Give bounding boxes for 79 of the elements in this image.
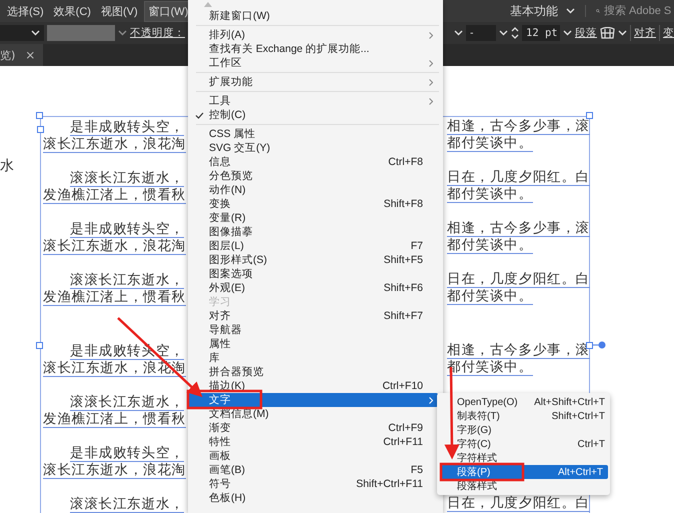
paragraph-text: 是非成败转头空， (70, 119, 184, 136)
align-link[interactable]: 对齐 (634, 26, 656, 40)
menu-item[interactable]: 图案选项 (188, 267, 443, 281)
paragraph-text: 都付笑谈中。 (447, 238, 533, 254)
paragraph-text: 滚长江东逝水，浪花淘 (43, 462, 186, 479)
menu-bar-item[interactable]: 选择(S) (3, 2, 48, 20)
paragraph-text: 滚长江东逝水，浪花淘 (43, 136, 186, 153)
menu-item[interactable]: 信息 Ctrl+F8 (188, 155, 443, 169)
menu-item[interactable]: OpenType(O) Alt+Shift+Ctrl+T (437, 395, 610, 409)
handle-icon[interactable] (36, 342, 43, 349)
checkmark-icon (195, 112, 204, 119)
transform-link[interactable]: 变 (663, 26, 674, 40)
paragraph-text: 发渔樵江渚上，惯看秋 (43, 411, 186, 428)
menu-bar-item[interactable]: 效果(C) (50, 2, 95, 20)
out-port-icon[interactable] (592, 341, 606, 349)
menu-item[interactable]: CSS 属性 (188, 127, 443, 141)
paragraph-text: 发渔樵江渚上，惯看秋 (43, 289, 186, 306)
menu-item[interactable]: 制表符(T) Shift+Ctrl+T (437, 409, 610, 423)
workspace-dropdown[interactable]: 基本功能 (502, 2, 583, 20)
font-size-field[interactable]: 12 pt (522, 25, 560, 41)
menu-item[interactable]: 属性 (188, 337, 443, 351)
menu-item[interactable]: 库 (188, 351, 443, 365)
menu-item[interactable]: SVG 交互(Y) (188, 141, 443, 155)
menu-item[interactable]: 图形样式(S) Shift+F5 (188, 253, 443, 267)
menu-item[interactable]: 外观(E) Shift+F6 (188, 281, 443, 295)
paragraph-text: 滚滚长江东逝水， (70, 394, 184, 411)
menu-item[interactable]: 导航器 (188, 323, 443, 337)
menu-item[interactable]: 控制(C) (188, 108, 443, 122)
menu-item[interactable]: 变换 Shift+F8 (188, 197, 443, 211)
menu-item[interactable]: 工作区 (188, 56, 443, 70)
menu-item[interactable]: 对齐 Shift+F7 (188, 309, 443, 323)
menu-item[interactable]: 字符样式 (437, 451, 610, 465)
menu-item[interactable]: 图像描摹 (188, 225, 443, 239)
paragraph-text: 是非成败转头空， (70, 445, 184, 462)
menu-item[interactable]: 分色预览 (188, 169, 443, 183)
handle-icon[interactable] (586, 112, 593, 119)
stroke-swatch[interactable] (47, 25, 115, 41)
spinner-icon[interactable] (511, 26, 519, 40)
paragraph-text: 滚滚长江东逝水， (70, 170, 184, 187)
menu-item[interactable]: 变量(R) (188, 211, 443, 225)
paragraph-text: 相逢，古今多少事，滚 (447, 119, 590, 135)
text-fragment: 水 (0, 157, 14, 175)
search-field[interactable]: 搜索 Adobe S (585, 5, 674, 17)
close-button[interactable]: × (25, 48, 36, 62)
paragraph-text: 日在，几度夕阳红。白 (447, 272, 590, 288)
menu-item[interactable]: 字符(C) Ctrl+T (437, 437, 610, 451)
paragraph-text: 滚滚长江东逝水， (70, 272, 184, 289)
document-tab[interactable]: 览) × (0, 44, 44, 66)
grid-icon[interactable] (600, 27, 615, 39)
menu-item[interactable]: 段落样式 (437, 479, 610, 493)
menu-item[interactable]: 查找有关 Exchange 的扩展功能... (188, 42, 443, 56)
menu-item[interactable]: 动作(N) (188, 183, 443, 197)
paragraph-text: 都付笑谈中。 (447, 136, 533, 152)
menu-item[interactable]: 扩展功能 (188, 75, 443, 89)
menu-item[interactable]: 字形(G) (437, 423, 610, 437)
paragraph-text: 都付笑谈中。 (447, 187, 533, 203)
paragraph-text: 滚长江东逝水，浪花淘 (43, 238, 186, 255)
paragraph-text: 日在，几度夕阳红。白 (447, 170, 590, 186)
paragraph-text: 都付笑谈中。 (447, 289, 533, 305)
paragraph-text: 是非成败转头空， (70, 221, 184, 238)
paragraph-text: 滚滚长江东逝水， (70, 496, 184, 513)
menu-item[interactable]: 文字 (188, 393, 438, 407)
menu-item[interactable]: 色板(H) (188, 491, 443, 505)
menu-item[interactable]: 图层(L) F7 (188, 239, 443, 253)
chevron-icon (566, 8, 575, 14)
leading-field[interactable]: - (466, 25, 496, 41)
chevron-icon (31, 30, 40, 36)
menu-item[interactable]: 工具 (188, 94, 443, 108)
paragraph-text: 日在，几度夕阳红。白 (447, 496, 590, 512)
menu-item[interactable]: 排列(A) (188, 28, 443, 42)
dropdown[interactable] (0, 25, 44, 41)
opacity-label[interactable]: 不透明度： (130, 26, 185, 40)
paragraph-text: 相逢，古今多少事，滚 (447, 221, 590, 237)
paragraph-text: 发渔樵江渚上，惯看秋 (43, 187, 186, 204)
menu-item[interactable]: 段落(P) Alt+Ctrl+T (441, 465, 608, 479)
menu-bar-item[interactable]: 视图(V) (96, 2, 142, 20)
menu-item[interactable]: 拼合器预览 (188, 365, 443, 379)
handle-icon[interactable] (586, 342, 593, 349)
paragraph-link[interactable]: 段落 (575, 26, 597, 40)
